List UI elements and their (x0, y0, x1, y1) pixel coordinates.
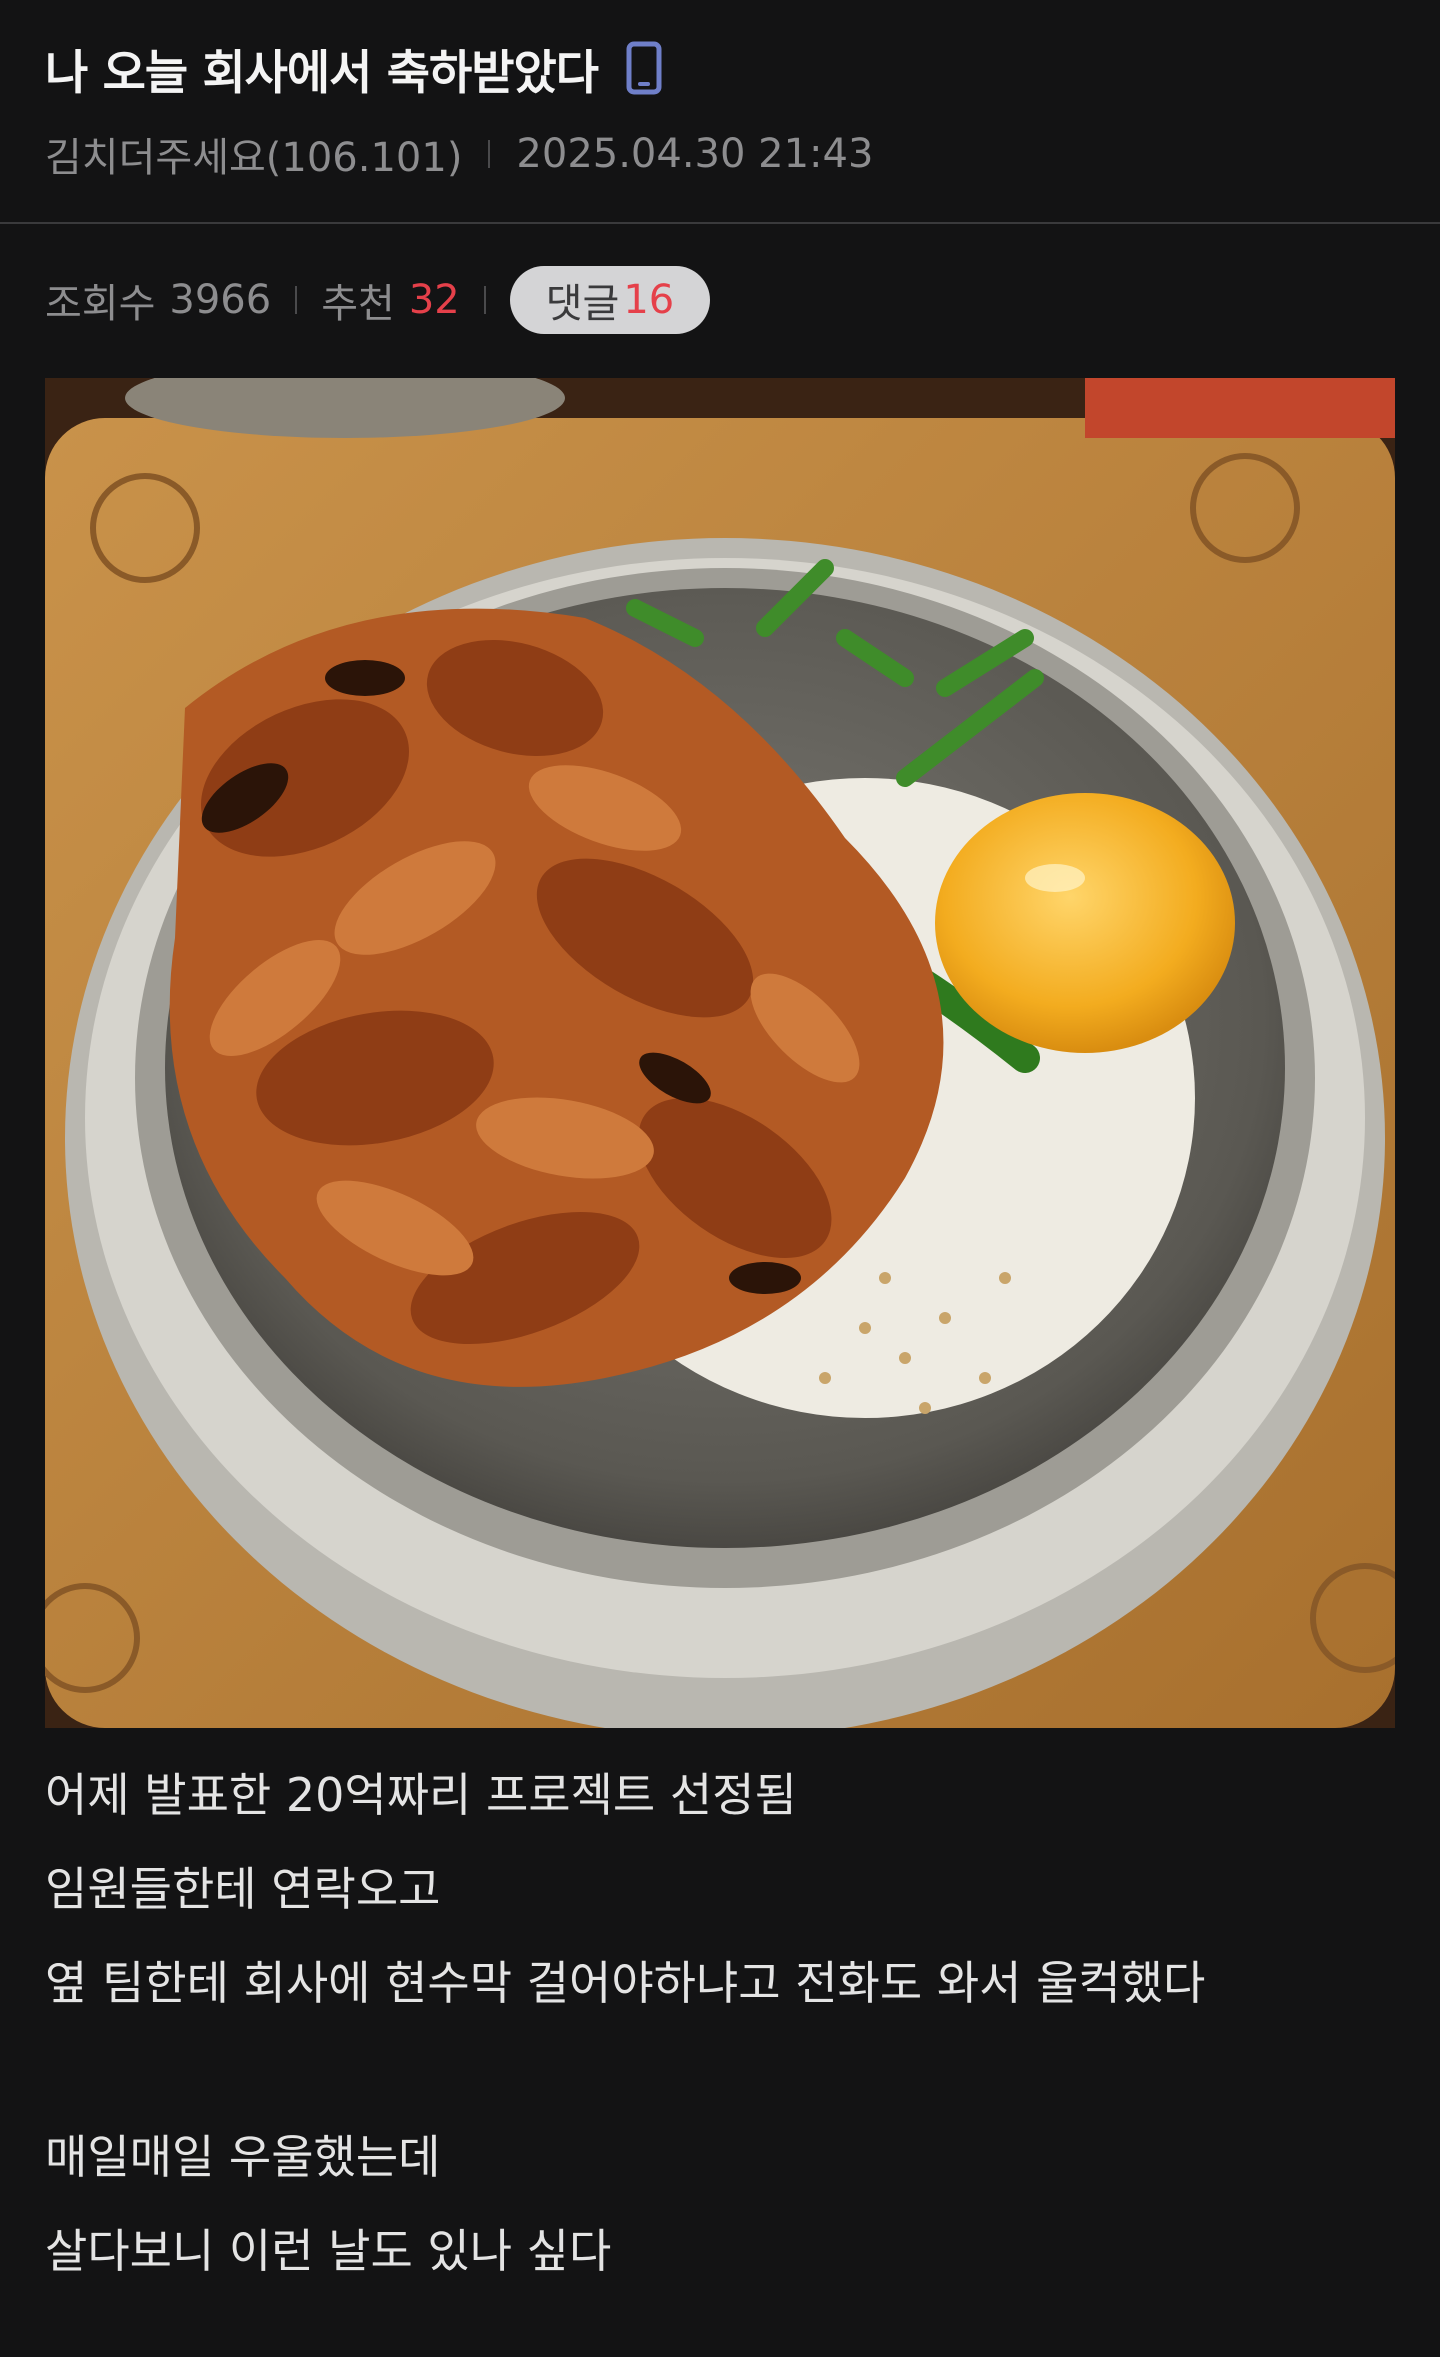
views-count: 3966 (169, 277, 272, 323)
body-line: 살다보니 이런 날도 있나 싶다 (45, 2224, 612, 2278)
mobile-phone-icon (624, 41, 664, 95)
body-line: 임원들한테 연락오고 (45, 1862, 441, 1916)
post-body: 어제 발표한 20억짜리 프로젝트 선정됨 임원들한테 연락오고 옆 팀한테 회… (45, 1748, 1395, 2298)
stats-divider (483, 286, 486, 314)
food-photo (45, 378, 1395, 1728)
post-stats: 조회수 3966 추천 32 댓글 16 (45, 266, 711, 334)
stats-divider (295, 286, 298, 314)
post-title: 나 오늘 회사에서 축하받았다 (45, 45, 599, 101)
author-name[interactable]: 김치더주세요(106.101) (45, 125, 462, 183)
body-line: 매일매일 우울했는데 (45, 2130, 441, 2184)
recommend-label: 추천 (321, 281, 395, 327)
body-line: 옆 팀한테 회사에 현수막 걸어야하냐고 전화도 와서 울컥했다 (45, 1956, 1206, 2010)
post-image[interactable] (45, 378, 1395, 1728)
post-datetime: 2025.04.30 21:43 (516, 131, 874, 177)
meta-divider (488, 140, 491, 168)
views-label: 조회수 (45, 281, 156, 327)
header-divider (0, 222, 1440, 224)
body-line: 어제 발표한 20억짜리 프로젝트 선정됨 (45, 1768, 797, 1822)
post-meta: 김치더주세요(106.101) 2025.04.30 21:43 (45, 126, 873, 182)
comments-label: 댓글 (545, 281, 620, 327)
post-header: 나 오늘 회사에서 축하받았다 김치더주세요(106.101) 2025.04.… (0, 0, 1440, 222)
comments-count: 16 (623, 277, 675, 323)
title-row: 나 오늘 회사에서 축하받았다 (45, 36, 664, 101)
recommend-count: 32 (408, 277, 460, 323)
comments-button[interactable]: 댓글 16 (509, 266, 711, 334)
